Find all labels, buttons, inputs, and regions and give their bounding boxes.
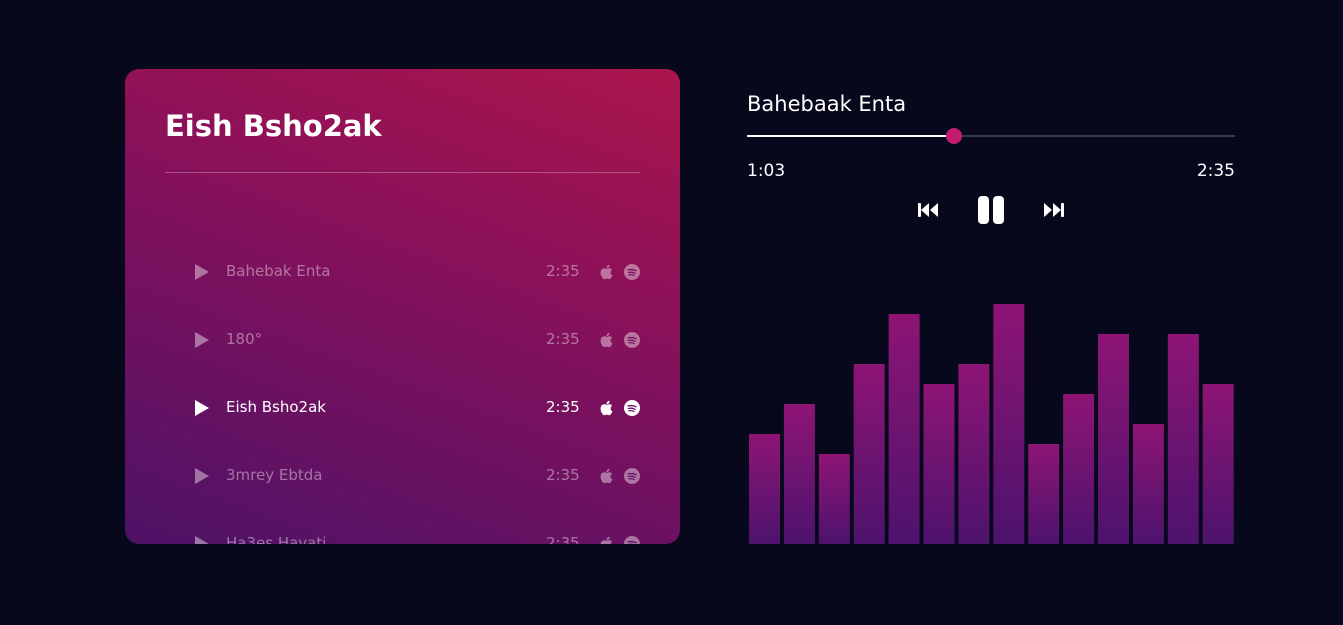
visualizer-bar xyxy=(1063,394,1095,544)
apple-icon[interactable] xyxy=(599,264,613,280)
apple-icon[interactable] xyxy=(599,536,613,544)
visualizer-bar xyxy=(818,454,850,544)
track-title: Ha3es Hayati xyxy=(226,534,327,544)
total-time: 2:35 xyxy=(1196,161,1235,181)
spotify-icon[interactable] xyxy=(624,400,640,416)
progress-fill xyxy=(747,135,955,137)
divider xyxy=(165,172,640,173)
progress-bar[interactable] xyxy=(747,128,1235,144)
track-duration: 2:35 xyxy=(546,466,580,484)
visualizer-bar xyxy=(888,314,920,544)
visualizer-bar xyxy=(1202,384,1234,544)
track-duration: 2:35 xyxy=(546,398,580,416)
progress-knob[interactable] xyxy=(946,128,963,144)
spotify-icon[interactable] xyxy=(624,332,640,348)
track-duration: 2:35 xyxy=(546,534,580,544)
playlist-card: Eish Bsho2ak Bahebak Enta 2:35 180° 2:35… xyxy=(125,69,680,544)
now-playing-title: Bahebaak Enta xyxy=(747,92,907,116)
apple-icon[interactable] xyxy=(599,400,613,416)
album-title: Eish Bsho2ak xyxy=(165,109,382,143)
track-title: Eish Bsho2ak xyxy=(226,398,326,416)
next-icon[interactable] xyxy=(1043,199,1065,221)
spotify-icon[interactable] xyxy=(624,468,640,484)
apple-icon[interactable] xyxy=(599,468,613,484)
track-title: Bahebak Enta xyxy=(226,262,331,280)
track-row[interactable]: 180° 2:35 xyxy=(125,325,680,355)
spotify-icon[interactable] xyxy=(624,536,640,544)
visualizer-bar xyxy=(993,304,1025,544)
previous-icon[interactable] xyxy=(917,199,939,221)
visualizer-bar xyxy=(1028,444,1060,544)
track-title: 3mrey Ebtda xyxy=(226,466,323,484)
track-row[interactable]: Eish Bsho2ak 2:35 xyxy=(125,393,680,423)
current-time: 1:03 xyxy=(747,161,786,181)
track-duration: 2:35 xyxy=(546,262,580,280)
track-row[interactable]: Bahebak Enta 2:35 xyxy=(125,257,680,287)
play-icon[interactable] xyxy=(195,400,209,416)
track-row[interactable]: 3mrey Ebtda 2:35 xyxy=(125,461,680,491)
play-icon[interactable] xyxy=(195,332,209,348)
visualizer-bar xyxy=(958,364,990,544)
play-icon[interactable] xyxy=(195,536,209,544)
track-title: 180° xyxy=(226,330,263,348)
visualizer-bar xyxy=(853,364,885,544)
spotify-icon[interactable] xyxy=(624,264,640,280)
play-icon[interactable] xyxy=(195,264,209,280)
audio-visualizer xyxy=(749,304,1234,544)
pause-icon[interactable] xyxy=(977,196,1005,224)
visualizer-bar xyxy=(1132,424,1164,544)
visualizer-bar xyxy=(783,404,815,544)
track-duration: 2:35 xyxy=(546,330,580,348)
track-row[interactable]: Ha3es Hayati 2:35 xyxy=(125,529,680,544)
visualizer-bar xyxy=(1098,334,1129,544)
visualizer-bar xyxy=(1167,334,1199,544)
visualizer-bar xyxy=(749,434,780,544)
apple-icon[interactable] xyxy=(599,332,613,348)
visualizer-bar xyxy=(923,384,955,544)
play-icon[interactable] xyxy=(195,468,209,484)
